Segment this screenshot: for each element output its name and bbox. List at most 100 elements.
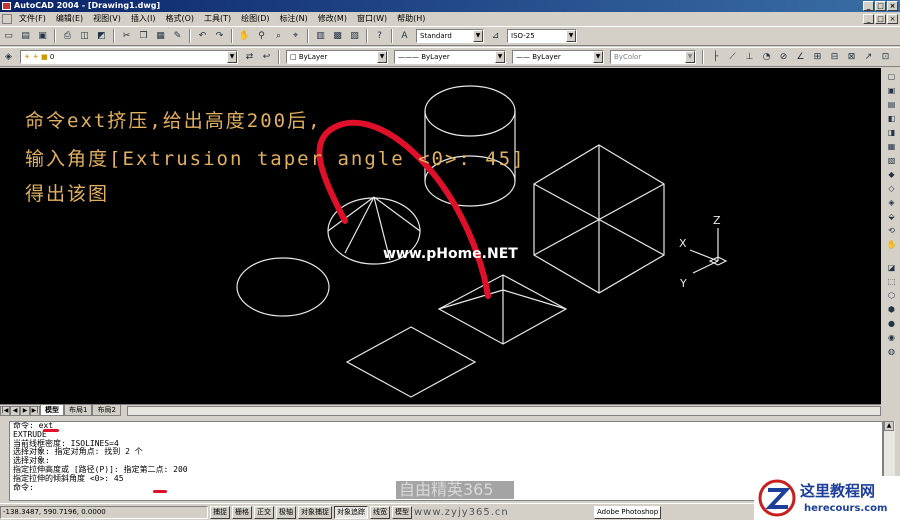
pan-icon[interactable]: ✋: [237, 29, 252, 44]
color-select[interactable]: □ ByLayer ▼: [286, 50, 388, 64]
chevron-down-icon[interactable]: ▼: [593, 51, 603, 63]
cut-icon[interactable]: ✂: [119, 29, 134, 44]
help-icon[interactable]: ?: [372, 29, 387, 44]
shade-flat-icon[interactable]: ⬢: [885, 303, 898, 316]
tab-model[interactable]: 模型: [40, 405, 64, 416]
paste-icon[interactable]: ▦: [153, 29, 168, 44]
menu-dimension[interactable]: 标注(N): [275, 12, 313, 26]
shade-gouraud-edges-icon[interactable]: ◍: [885, 345, 898, 358]
status-snap-button[interactable]: 捕捉: [210, 505, 230, 519]
copy-icon[interactable]: ❐: [136, 29, 151, 44]
doc-restore-button[interactable]: □: [875, 14, 886, 24]
properties-icon[interactable]: ▥: [313, 29, 328, 44]
sw-iso-icon[interactable]: ◆: [885, 168, 898, 181]
design-center-icon[interactable]: ▩: [330, 29, 345, 44]
doc-close-button[interactable]: ×: [887, 14, 898, 24]
menu-draw[interactable]: 绘图(D): [236, 12, 274, 26]
print-icon[interactable]: ⎙: [60, 29, 75, 44]
zoom-realtime-icon[interactable]: ⚲: [254, 29, 269, 44]
close-button[interactable]: ×: [887, 1, 898, 11]
chevron-down-icon[interactable]: ▼: [566, 30, 576, 42]
chevron-down-icon[interactable]: ▼: [227, 51, 237, 63]
shade-gouraud-icon[interactable]: ●: [885, 317, 898, 330]
autocad-app-icon[interactable]: [2, 2, 11, 10]
match-properties-icon[interactable]: ✎: [170, 29, 185, 44]
lineweight-select[interactable]: —— ByLayer ▼: [512, 50, 604, 64]
layer-previous-icon[interactable]: ↩: [259, 50, 274, 65]
shade-hidden-icon[interactable]: ⬡: [885, 289, 898, 302]
make-current-layer-icon[interactable]: ⇄: [242, 50, 257, 65]
menu-tools[interactable]: 工具(T): [199, 12, 236, 26]
orbit-icon[interactable]: ⟲: [885, 224, 898, 237]
maximize-button[interactable]: □: [875, 1, 886, 11]
drawing-area[interactable]: Z X Y www.pHome.NET 命令ext挤压,给出高度200后, 输入…: [0, 68, 881, 404]
chevron-down-icon[interactable]: ▼: [685, 51, 695, 63]
print-preview-icon[interactable]: ◫: [77, 29, 92, 44]
tab-layout1[interactable]: 布局1: [64, 405, 93, 416]
box-solid-icon[interactable]: ▢: [885, 70, 898, 83]
redo-icon[interactable]: ↷: [212, 29, 227, 44]
menu-format[interactable]: 格式(O): [160, 12, 199, 26]
chevron-down-icon[interactable]: ▼: [473, 30, 483, 42]
dim-leader-icon[interactable]: ↗: [861, 50, 876, 65]
scroll-up-icon[interactable]: ▲: [884, 421, 894, 431]
ne-iso-icon[interactable]: ◈: [885, 196, 898, 209]
doc-minimize-button[interactable]: _: [863, 14, 874, 24]
view-top-icon[interactable]: ▣: [885, 84, 898, 97]
dim-diameter-icon[interactable]: ⊘: [776, 50, 791, 65]
menu-file[interactable]: 文件(F): [14, 12, 51, 26]
dim-continue-icon[interactable]: ⊠: [844, 50, 859, 65]
shade-3d-icon[interactable]: ⬚: [885, 275, 898, 288]
dim-ordinate-icon[interactable]: ⊥: [742, 50, 757, 65]
shade-flat-edges-icon[interactable]: ◉: [885, 331, 898, 344]
status-osnap-button[interactable]: 对象捕捉: [298, 505, 332, 519]
menu-modify[interactable]: 修改(M): [313, 12, 352, 26]
dim-angular-icon[interactable]: ∠: [793, 50, 808, 65]
command-window[interactable]: 命令: ext EXTRUDE 当前线框密度: ISOLINES=4 选择对象:…: [9, 421, 883, 501]
tab-first-icon[interactable]: |◀: [0, 405, 10, 416]
nw-iso-icon[interactable]: ⬙: [885, 210, 898, 223]
tab-last-icon[interactable]: ▶|: [30, 405, 40, 416]
coordinate-display[interactable]: -138.3487, 590.7196, 0.0000: [0, 505, 208, 519]
hand-icon[interactable]: ✋: [885, 238, 898, 251]
view-right-icon[interactable]: ◨: [885, 126, 898, 139]
document-icon[interactable]: [2, 14, 12, 24]
se-iso-icon[interactable]: ◇: [885, 182, 898, 195]
minimize-button[interactable]: _: [863, 1, 874, 11]
zoom-window-icon[interactable]: ⌕: [271, 29, 286, 44]
dim-aligned-icon[interactable]: ⟋: [725, 50, 740, 65]
chevron-down-icon[interactable]: ▼: [495, 51, 505, 63]
status-otrack-button[interactable]: 对象追踪: [334, 505, 368, 519]
dim-baseline-icon[interactable]: ⊟: [827, 50, 842, 65]
plot-style-select[interactable]: ByColor ▼: [610, 50, 696, 64]
view-bottom-icon[interactable]: ▤: [885, 98, 898, 111]
status-grid-button[interactable]: 栅格: [232, 505, 252, 519]
undo-icon[interactable]: ↶: [195, 29, 210, 44]
open-file-icon[interactable]: ▤: [18, 29, 33, 44]
text-style-select[interactable]: Standard ▼: [416, 29, 484, 43]
shade-2d-icon[interactable]: ◪: [885, 261, 898, 274]
menu-window[interactable]: 窗口(W): [352, 12, 392, 26]
quick-dim-icon[interactable]: ⊞: [810, 50, 825, 65]
status-ortho-button[interactable]: 正交: [254, 505, 274, 519]
new-file-icon[interactable]: ▭: [1, 29, 16, 44]
menu-insert[interactable]: 插入(I): [126, 12, 161, 26]
tab-prev-icon[interactable]: ◀: [10, 405, 20, 416]
tab-layout2[interactable]: 布局2: [92, 405, 121, 416]
status-model-button[interactable]: 模型: [392, 505, 412, 519]
view-left-icon[interactable]: ◧: [885, 112, 898, 125]
publish-icon[interactable]: ◩: [94, 29, 109, 44]
status-polar-button[interactable]: 极轴: [276, 505, 296, 519]
layer-manager-icon[interactable]: ◈: [1, 50, 16, 65]
status-lineweight-button[interactable]: 线宽: [370, 505, 390, 519]
view-front-icon[interactable]: ▦: [885, 140, 898, 153]
menu-help[interactable]: 帮助(H): [392, 12, 430, 26]
save-icon[interactable]: ▣: [35, 29, 50, 44]
tool-palettes-icon[interactable]: ▧: [347, 29, 362, 44]
linetype-select[interactable]: ——— ByLayer ▼: [394, 50, 506, 64]
dim-linear-icon[interactable]: ├: [708, 50, 723, 65]
chevron-down-icon[interactable]: ▼: [377, 51, 387, 63]
dim-tolerance-icon[interactable]: ⊡: [878, 50, 893, 65]
view-back-icon[interactable]: ▧: [885, 154, 898, 167]
menu-view[interactable]: 视图(V): [88, 12, 126, 26]
